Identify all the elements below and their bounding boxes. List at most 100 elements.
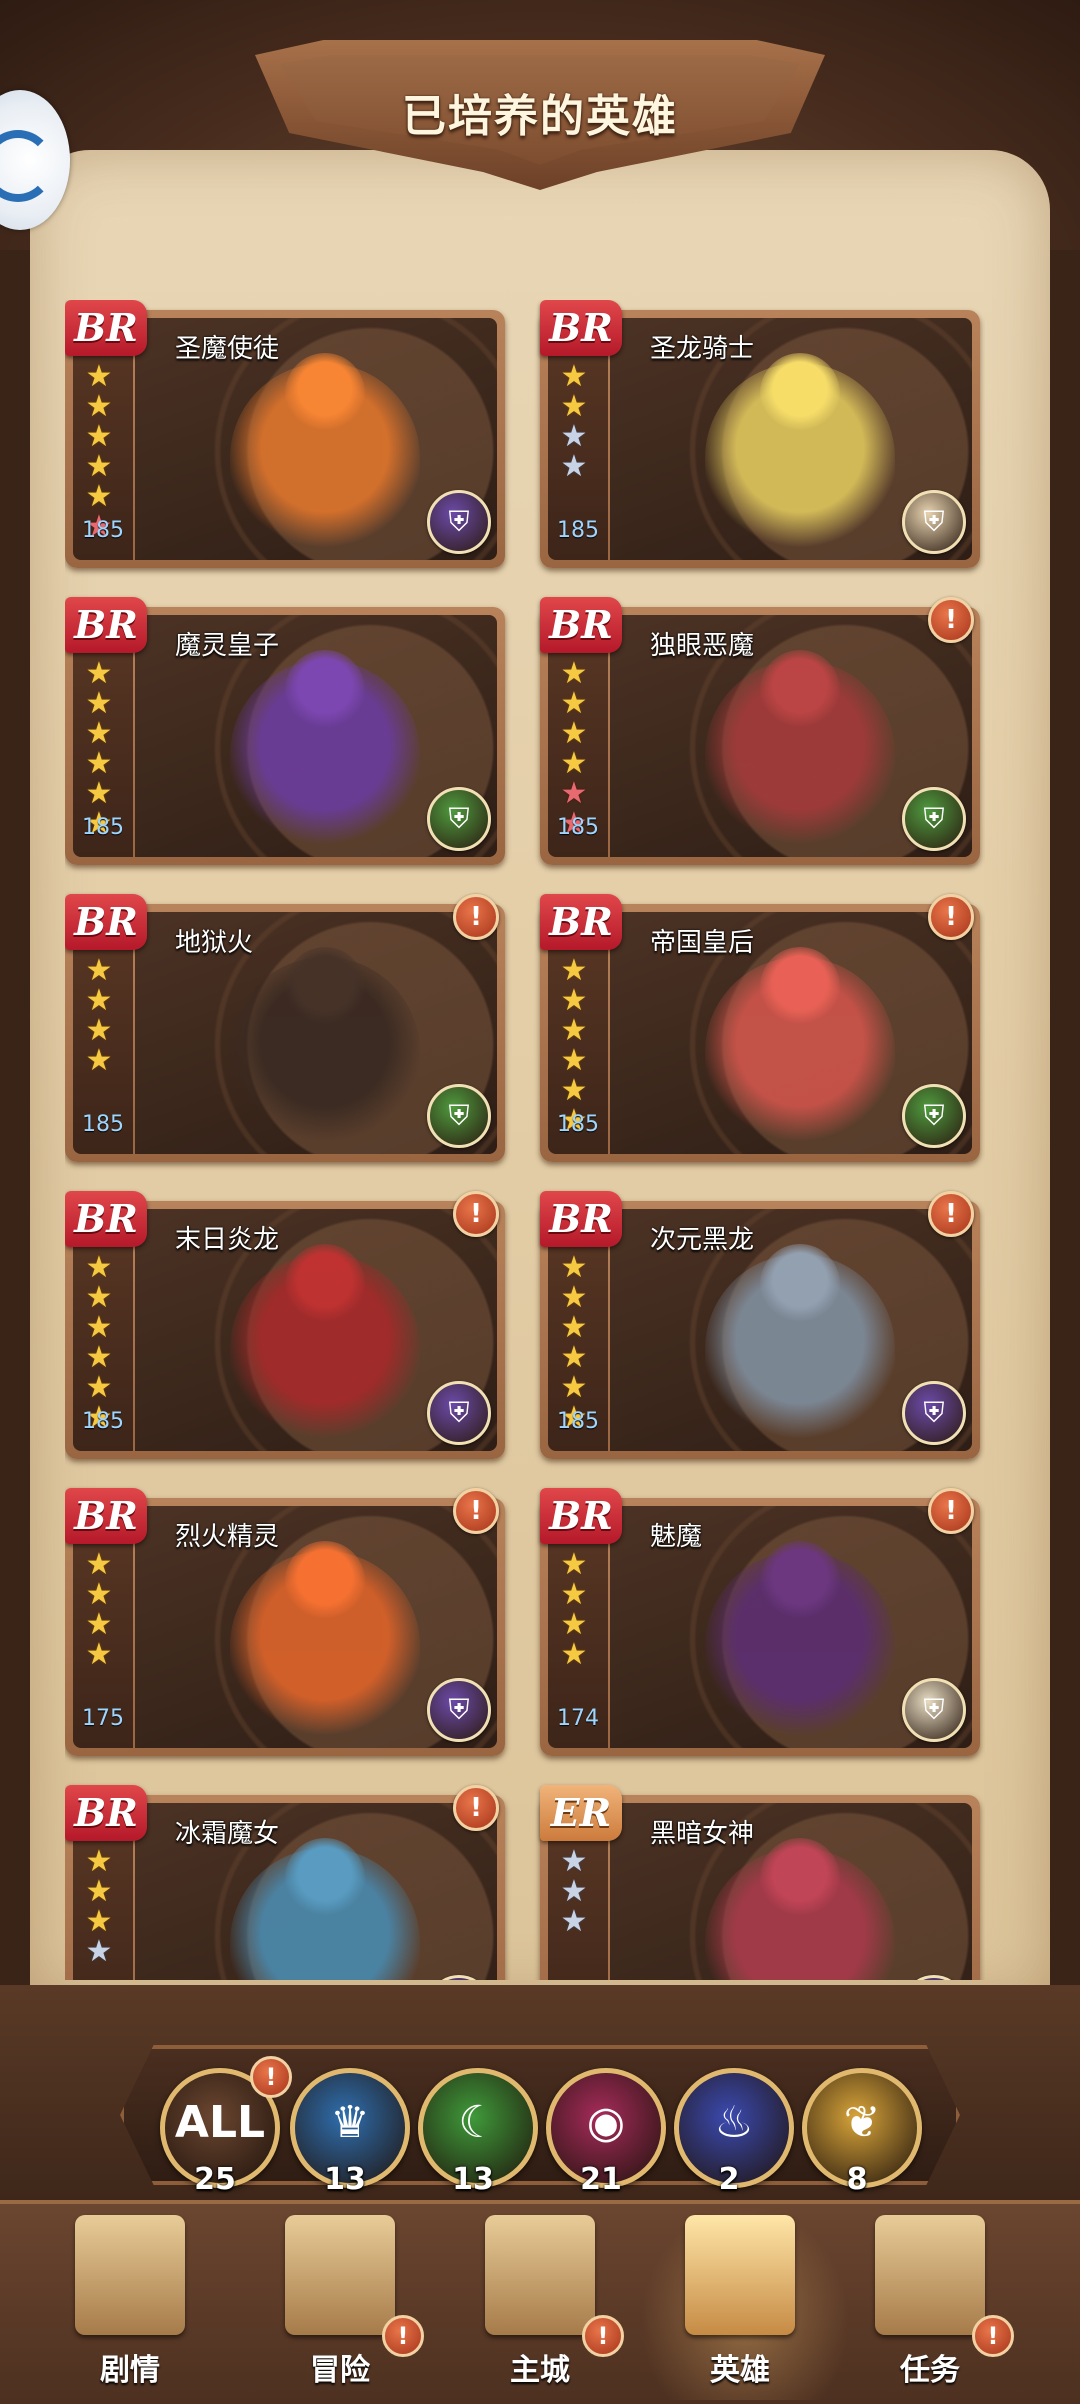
- star-icon: ★: [560, 1547, 588, 1582]
- hero-level: 185: [557, 518, 599, 543]
- hero-level: 185: [557, 1112, 599, 1137]
- book-icon: [75, 2215, 185, 2335]
- shield-icon: [285, 2215, 395, 2335]
- nav-tab-shield[interactable]: 冒险 !: [240, 2205, 440, 2400]
- hero-card[interactable]: BR 末日炎龙 ★ ★ ★ ★ ★ ★ 185 ⛨ !: [65, 1191, 505, 1459]
- star-rating: ★ ★ ★ ★ ★ ★: [79, 362, 119, 542]
- hero-name: 魅魔: [650, 1522, 703, 1552]
- cannon-icon: ⛨: [902, 490, 966, 554]
- eye-icon: ◉: [586, 2097, 626, 2148]
- hero-figure: [705, 363, 895, 553]
- star-icon: ★: [560, 953, 588, 988]
- star-icon: ★: [85, 419, 113, 454]
- star-icon: ★: [560, 1250, 588, 1285]
- hero-name: 地狱火: [175, 928, 254, 958]
- star-icon: ★: [560, 1043, 588, 1078]
- filter-count: 21: [580, 2162, 622, 2197]
- filter-count: 2: [718, 2162, 740, 2197]
- star-icon: ★: [85, 1874, 113, 1909]
- hero-card[interactable]: BR 圣龙骑士 ★ ★ ★ ★ 185 ⛨: [540, 300, 980, 568]
- nav-label: 英雄: [710, 2353, 770, 2388]
- star-icon: ★: [85, 1013, 113, 1048]
- title-plaque: 已培养的英雄: [255, 40, 825, 200]
- alert-icon: !: [453, 1191, 499, 1237]
- star-rating: ★ ★ ★ ★: [554, 362, 594, 482]
- star-icon: ★: [85, 359, 113, 394]
- star-icon: ★: [560, 449, 588, 484]
- hero-figure: [230, 1848, 420, 1980]
- hero-level: 185: [82, 1409, 124, 1434]
- star-icon: ★: [560, 1904, 588, 1939]
- star-icon: ★: [85, 1607, 113, 1642]
- hero-card[interactable]: BR 烈火精灵 ★ ★ ★ ★ 175 ⛨ !: [65, 1488, 505, 1756]
- hero-card[interactable]: ER 黑暗女神 ★★★ ⛨: [540, 1785, 980, 1980]
- rarity-badge: BR: [540, 1191, 622, 1247]
- hero-card[interactable]: BR 魔灵皇子 ★ ★ ★ ★ ★ ★ 185 ⛨: [65, 597, 505, 865]
- star-icon: ★: [85, 983, 113, 1018]
- nav-tab-helmet[interactable]: 英雄: [640, 2205, 840, 2400]
- star-icon: ★: [560, 1874, 588, 1909]
- rarity-badge: BR: [540, 300, 622, 356]
- star-rating: ★ ★ ★ ★ ★ ★: [554, 1253, 594, 1433]
- filter-count: 13: [324, 2162, 366, 2197]
- alert-icon: !: [972, 2315, 1014, 2357]
- helmet-icon: [685, 2215, 795, 2335]
- hero-figure: [705, 1254, 895, 1444]
- star-icon: ★: [85, 1844, 113, 1879]
- moon-icon: ☾: [458, 2097, 498, 2148]
- star-rating: ★ ★ ★ ★: [79, 1550, 119, 1670]
- crown-icon: ♛: [330, 2097, 370, 2148]
- star-icon: ★: [85, 1547, 113, 1582]
- star-icon: ★: [560, 1607, 588, 1642]
- filter-count: 13: [452, 2162, 494, 2197]
- filter-count: 25: [194, 2162, 236, 2197]
- star-icon: ★: [85, 449, 113, 484]
- star-rating: ★ ★ ★ ★: [79, 956, 119, 1076]
- star-icon: ★: [85, 746, 113, 781]
- hero-card[interactable]: BR 独眼恶魔 ★ ★ ★ ★ ★ ★ 185 ⛨ !: [540, 597, 980, 865]
- hero-figure: [705, 660, 895, 850]
- hero-level: 185: [557, 815, 599, 840]
- nav-tab-map[interactable]: 任务 !: [830, 2205, 1030, 2400]
- nav-tab-castle[interactable]: 主城 !: [440, 2205, 640, 2400]
- hero-card[interactable]: BR 冰霜魔女 ★★★★ ⛨ !: [65, 1785, 505, 1980]
- filter-count: 8: [846, 2162, 868, 2197]
- alert-icon: !: [928, 894, 974, 940]
- star-rating: ★ ★ ★: [554, 1847, 594, 1937]
- hero-card[interactable]: BR 帝国皇后 ★ ★ ★ ★ ★ ★ 185 ⛨ !: [540, 894, 980, 1162]
- hero-name: 次元黑龙: [650, 1225, 755, 1255]
- wings-icon: ❦: [843, 2097, 881, 2148]
- alert-icon: !: [250, 2056, 292, 2098]
- hero-grid[interactable]: BR 圣魔使徒 ★ ★ ★ ★ ★ ★ 185 ⛨ BR 圣龙骑士 ★ ★ ★ ★ 185 ⛨ …: [65, 300, 985, 1980]
- star-icon: ★: [85, 1637, 113, 1672]
- helmet-icon: ⛨: [427, 1678, 491, 1742]
- star-icon: ★: [560, 1013, 588, 1048]
- star-icon: ★: [560, 1844, 588, 1879]
- star-rating: ★ ★ ★ ★: [79, 1847, 119, 1967]
- star-icon: ★: [85, 1043, 113, 1078]
- hero-card[interactable]: BR 圣魔使徒 ★ ★ ★ ★ ★ ★ 185 ⛨: [65, 300, 505, 568]
- hero-name: 圣龙骑士: [650, 334, 755, 364]
- star-icon: ★: [85, 776, 113, 811]
- helmet-icon: ⛨: [902, 1381, 966, 1445]
- star-icon: ★: [85, 716, 113, 751]
- hero-figure: [230, 363, 420, 553]
- castle-icon: [485, 2215, 595, 2335]
- star-icon: ★: [560, 1310, 588, 1345]
- hero-figure: [705, 1551, 895, 1741]
- nav-tab-book[interactable]: 剧情: [30, 2205, 230, 2400]
- star-icon: ★: [560, 686, 588, 721]
- hero-level: 185: [82, 815, 124, 840]
- alert-icon: !: [453, 894, 499, 940]
- hero-card[interactable]: BR 地狱火 ★ ★ ★ ★ 185 ⛨ !: [65, 894, 505, 1162]
- hero-card[interactable]: BR 次元黑龙 ★ ★ ★ ★ ★ ★ 185 ⛨ !: [540, 1191, 980, 1459]
- rarity-badge: BR: [65, 1785, 147, 1841]
- star-rating: ★ ★ ★ ★ ★ ★: [79, 659, 119, 839]
- hero-level: 175: [82, 1706, 124, 1731]
- alert-icon: !: [453, 1785, 499, 1831]
- rarity-badge: BR: [65, 1488, 147, 1544]
- hero-card[interactable]: BR 魅魔 ★ ★ ★ ★ 174 ⛨ !: [540, 1488, 980, 1756]
- alert-icon: !: [928, 1191, 974, 1237]
- alert-icon: !: [928, 1488, 974, 1534]
- star-icon: ★: [85, 479, 113, 514]
